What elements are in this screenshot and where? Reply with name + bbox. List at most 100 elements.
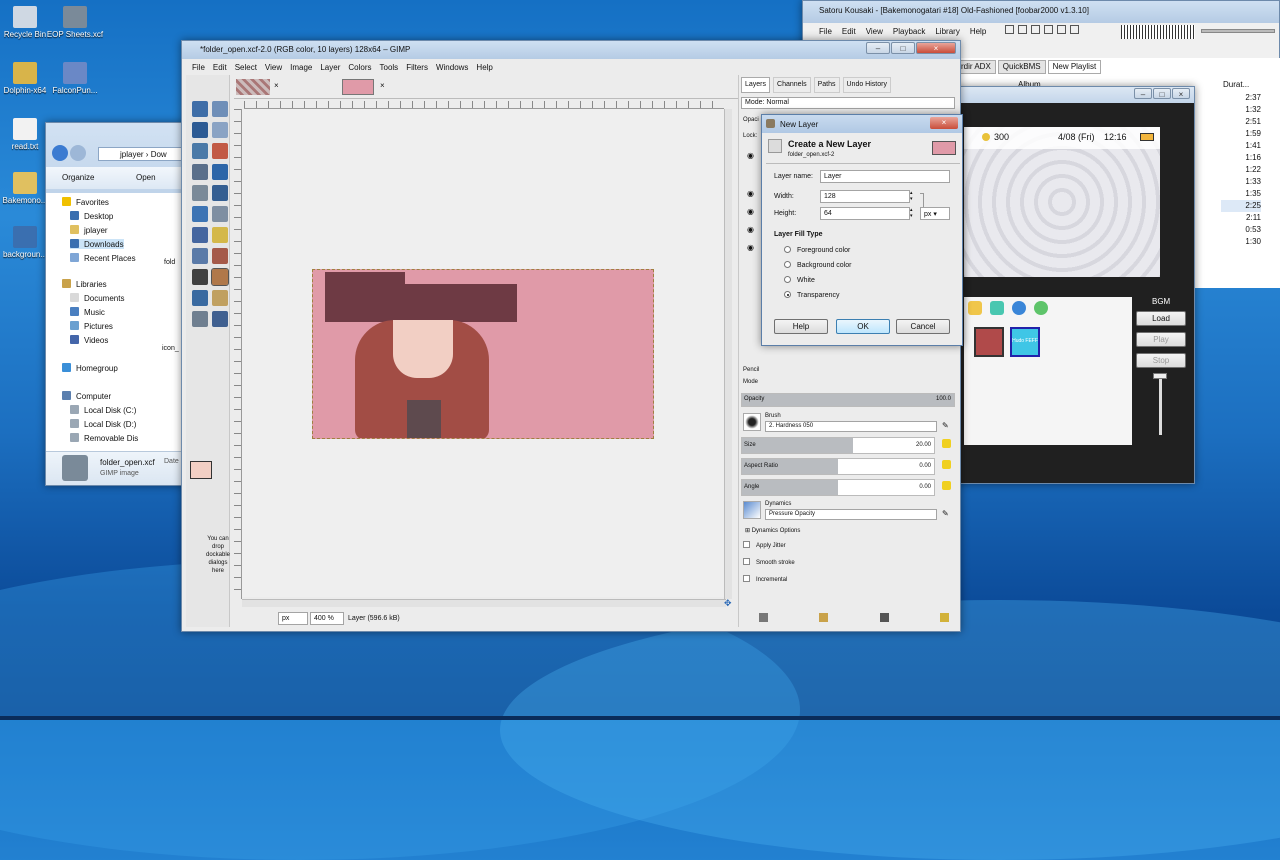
unit-select[interactable]: px: [278, 612, 308, 625]
duration-cell[interactable]: 0:53: [1221, 224, 1261, 236]
duration-cell[interactable]: 1:33: [1221, 176, 1261, 188]
brush-preview-icon[interactable]: [743, 413, 761, 431]
radio-selected[interactable]: [784, 291, 791, 298]
play-icon[interactable]: [1018, 25, 1027, 34]
open-button[interactable]: Open: [136, 173, 156, 182]
width-spinner[interactable]: ▴ ▾: [910, 190, 917, 203]
height-input[interactable]: 64: [820, 207, 910, 220]
option-incremental[interactable]: Incremental: [743, 575, 787, 583]
menu-help[interactable]: Help: [970, 27, 986, 36]
width-input[interactable]: 128: [820, 190, 910, 203]
tool-button-icon[interactable]: [192, 185, 208, 201]
tool-button-icon[interactable]: [212, 290, 228, 306]
menu-help[interactable]: Help: [476, 63, 492, 72]
nav-item-desktop[interactable]: Desktop: [70, 211, 113, 221]
tool-button-icon[interactable]: [192, 311, 208, 327]
layer-visibility-icon[interactable]: ◉: [747, 207, 754, 216]
reset-aspect-icon[interactable]: [942, 460, 951, 469]
game-thumb[interactable]: [974, 327, 1004, 357]
dialog-close-button[interactable]: ×: [930, 117, 958, 129]
fill-option-foreground[interactable]: Foreground color: [784, 246, 850, 254]
image-tab-active[interactable]: [342, 79, 374, 95]
play-button[interactable]: Play: [1136, 332, 1186, 347]
next-icon[interactable]: [1057, 25, 1066, 34]
tool-button-icon[interactable]: [212, 185, 228, 201]
breadcrumb[interactable]: jplayer: [120, 150, 144, 159]
playlist-tab[interactable]: rdir ADX: [956, 60, 996, 74]
forward-button[interactable]: [70, 145, 86, 161]
nav-item-downloads[interactable]: Downloads: [70, 239, 124, 249]
duration-cell[interactable]: 1:32: [1221, 104, 1261, 116]
tool-button-icon[interactable]: [192, 269, 208, 285]
duration-cell[interactable]: 1:16: [1221, 152, 1261, 164]
unit-select[interactable]: px ▾: [920, 207, 950, 220]
duration-cell[interactable]: 1:35: [1221, 188, 1261, 200]
fill-option-white[interactable]: White: [784, 276, 815, 284]
tool-button-icon[interactable]: [192, 290, 208, 306]
file-label[interactable]: icon_: [162, 345, 179, 352]
nav-item-disk-c[interactable]: Local Disk (C:): [70, 405, 136, 415]
menu-edit[interactable]: Edit: [842, 27, 856, 36]
foreground-color-swatch[interactable]: [190, 461, 212, 479]
file-label[interactable]: fold: [164, 259, 175, 266]
stop-icon[interactable]: [1005, 25, 1014, 34]
nav-item-documents[interactable]: Documents: [70, 293, 124, 303]
radio[interactable]: [784, 276, 791, 283]
maximize-button[interactable]: □: [891, 42, 915, 54]
tool-button-icon[interactable]: [212, 143, 228, 159]
nav-item-computer[interactable]: Computer: [62, 391, 111, 401]
duration-cell[interactable]: 1:30: [1221, 236, 1261, 248]
delete-preset-icon[interactable]: [879, 613, 889, 622]
option-apply-jitter[interactable]: Apply Jitter: [743, 541, 786, 549]
tool-button-icon[interactable]: [211, 268, 229, 286]
fill-option-background[interactable]: Background color: [784, 261, 851, 269]
duration-cell[interactable]: 2:25: [1221, 200, 1261, 212]
image-tab[interactable]: [236, 79, 270, 95]
restore-preset-icon[interactable]: [819, 613, 829, 622]
maximize-button[interactable]: □: [1153, 88, 1171, 99]
radio[interactable]: [784, 261, 791, 268]
favorites-header[interactable]: Favorites: [62, 197, 109, 207]
tool-button-icon[interactable]: [212, 101, 228, 117]
address-bar[interactable]: jplayer › Dow: [98, 147, 188, 161]
duration-cell[interactable]: 2:11: [1221, 212, 1261, 224]
menu-tools[interactable]: Tools: [380, 63, 399, 72]
option-smooth-stroke[interactable]: Smooth stroke: [743, 558, 795, 566]
playlist-tab[interactable]: QuickBMS: [997, 60, 1046, 74]
checkbox[interactable]: [743, 575, 750, 582]
menu-view[interactable]: View: [866, 27, 883, 36]
menu-select[interactable]: Select: [235, 63, 257, 72]
close-tab-icon[interactable]: ×: [380, 81, 385, 90]
tool-button-icon[interactable]: [192, 164, 208, 180]
nav-item-homegroup[interactable]: Homegroup: [62, 363, 118, 373]
organize-button[interactable]: Organize: [62, 173, 94, 182]
layer-visibility-icon[interactable]: ◉: [747, 225, 754, 234]
tool-button-icon[interactable]: [212, 248, 228, 264]
layer-name-input[interactable]: Layer: [820, 170, 950, 183]
tab-paths[interactable]: Paths: [813, 77, 840, 93]
back-button[interactable]: [52, 145, 68, 161]
close-button[interactable]: ×: [916, 42, 956, 54]
tab-undo-history[interactable]: Undo History: [842, 77, 891, 93]
nav-item-music[interactable]: Music: [70, 307, 105, 317]
menu-windows[interactable]: Windows: [436, 63, 468, 72]
duration-cell[interactable]: 1:22: [1221, 164, 1261, 176]
radio[interactable]: [784, 246, 791, 253]
minimize-button[interactable]: –: [1134, 88, 1152, 99]
duration-cell[interactable]: 2:51: [1221, 116, 1261, 128]
close-tab-icon[interactable]: ×: [274, 81, 279, 90]
bgm-volume-handle[interactable]: [1153, 373, 1167, 379]
tool-button-icon[interactable]: [192, 122, 208, 138]
checkbox[interactable]: [743, 541, 750, 548]
fill-option-transparency[interactable]: Transparency: [784, 291, 840, 299]
dynamics-options-expander[interactable]: ⊞ Dynamics Options: [745, 527, 800, 534]
app-icon[interactable]: [1034, 301, 1048, 315]
duration-cell[interactable]: 1:41: [1221, 140, 1261, 152]
menu-playback[interactable]: Playback: [893, 27, 925, 36]
stop-button[interactable]: Stop: [1136, 353, 1186, 368]
size-slider[interactable]: Size 20.00: [741, 437, 935, 454]
tab-channels[interactable]: Channels: [773, 77, 811, 93]
nav-item-recent[interactable]: Recent Places: [70, 253, 136, 263]
duration-cell[interactable]: 1:59: [1221, 128, 1261, 140]
menu-edit[interactable]: Edit: [213, 63, 227, 72]
